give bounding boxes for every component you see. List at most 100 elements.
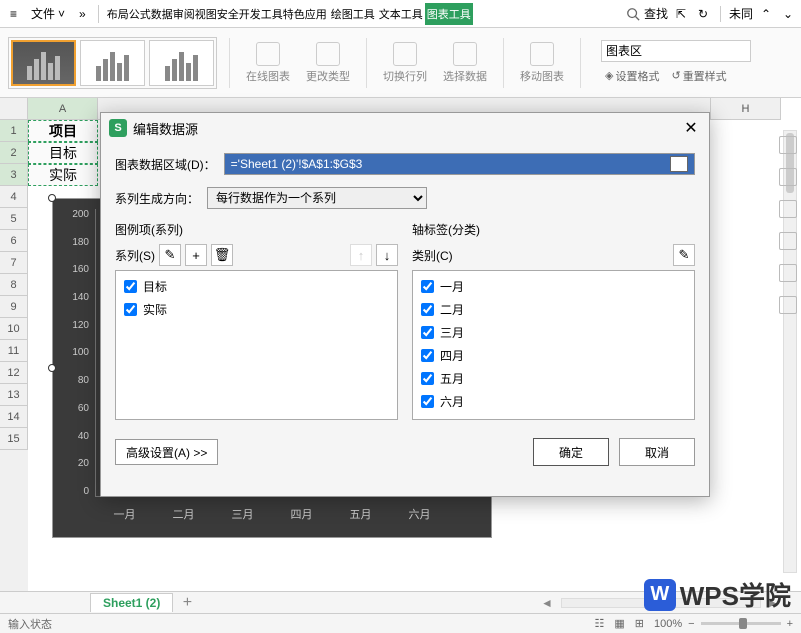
resize-handle[interactable] <box>48 194 56 202</box>
dialog-titlebar[interactable]: S 编辑数据源 ✕ <box>101 113 709 143</box>
row-header[interactable]: 8 <box>0 274 28 296</box>
row-header[interactable]: 5 <box>0 208 28 230</box>
refresh-icon[interactable]: ↻ <box>698 7 712 21</box>
search-area[interactable]: 查找 <box>626 5 668 22</box>
ok-button[interactable]: 确定 <box>533 438 609 466</box>
row-header[interactable]: 13 <box>0 384 28 406</box>
side-icon-6[interactable] <box>779 296 797 314</box>
checkbox[interactable] <box>421 326 434 339</box>
side-icon-2[interactable] <box>779 168 797 186</box>
direction-select[interactable]: 每行数据作为一个系列 <box>207 187 427 209</box>
chart-style-2[interactable] <box>80 40 145 86</box>
checkbox[interactable] <box>421 303 434 316</box>
zoom-value[interactable]: 100% <box>654 618 682 630</box>
sync-status[interactable]: 未同 <box>729 5 753 22</box>
checkbox[interactable] <box>124 280 137 293</box>
chart-element-select[interactable] <box>601 40 751 62</box>
move-down-button[interactable]: ↓ <box>376 244 398 266</box>
col-header-H[interactable]: H <box>711 98 781 120</box>
checkbox[interactable] <box>124 303 137 316</box>
row-header[interactable]: 14 <box>0 406 28 428</box>
cancel-button[interactable]: 取消 <box>619 438 695 466</box>
row-header[interactable]: 7 <box>0 252 28 274</box>
checkbox[interactable] <box>421 372 434 385</box>
zoom-out-button[interactable]: − <box>688 618 694 630</box>
list-item[interactable]: 六月 <box>417 390 690 413</box>
switch-rowcol-button[interactable]: 切换行列 <box>379 38 431 88</box>
list-item[interactable]: 一月 <box>417 275 690 298</box>
edit-category-button[interactable]: ✎ <box>673 244 695 266</box>
row-header[interactable]: 12 <box>0 362 28 384</box>
resize-handle[interactable] <box>48 364 56 372</box>
tabs-compact[interactable]: 布局公式数据审阅视图安全开发工具特色应用 <box>105 3 329 25</box>
series-label: 系列(S) <box>115 247 155 264</box>
move-up-button[interactable]: ↑ <box>350 244 372 266</box>
move-chart-button[interactable]: 移动图表 <box>516 38 568 88</box>
chart-style-3[interactable] <box>149 40 214 86</box>
change-type-icon <box>316 42 340 66</box>
edit-series-button[interactable]: ✎ <box>159 244 181 266</box>
row-header[interactable]: 10 <box>0 318 28 340</box>
reset-style-button[interactable]: ↺ 重置样式 <box>667 66 730 86</box>
change-type-button[interactable]: 更改类型 <box>302 38 354 88</box>
category-list[interactable]: 一月 二月 三月 四月 五月 六月 <box>412 270 695 420</box>
row-header[interactable]: 1 <box>0 120 28 142</box>
side-icon-5[interactable] <box>779 264 797 282</box>
side-icon-3[interactable] <box>779 200 797 218</box>
row-header[interactable]: 6 <box>0 230 28 252</box>
row-header[interactable]: 9 <box>0 296 28 318</box>
online-chart-button[interactable]: 在线图表 <box>242 38 294 88</box>
checkbox[interactable] <box>421 349 434 362</box>
down-icon[interactable]: ⌄ <box>783 7 797 21</box>
zoom-slider[interactable] <box>701 622 781 625</box>
view-icon-1[interactable]: ☷ <box>594 617 604 630</box>
row-header[interactable]: 2 <box>0 142 28 164</box>
row-header[interactable]: 3 <box>0 164 28 186</box>
hamburger-icon[interactable]: ≡ <box>4 4 23 24</box>
file-menu[interactable]: 文件 ˅ <box>25 2 71 25</box>
list-item[interactable]: 五月 <box>417 367 690 390</box>
list-item[interactable]: 二月 <box>417 298 690 321</box>
set-format-button[interactable]: ◈ 设置格式 <box>601 66 663 86</box>
list-item[interactable]: 目标 <box>120 275 393 298</box>
checkbox[interactable] <box>421 280 434 293</box>
add-series-button[interactable]: + <box>185 244 207 266</box>
delete-series-button[interactable]: 🗑 <box>211 244 233 266</box>
select-all-corner[interactable] <box>0 98 28 120</box>
cell-A3[interactable]: 实际 <box>28 164 98 186</box>
sheet-tab[interactable]: Sheet1 (2) <box>90 593 173 612</box>
chart-style-1[interactable] <box>11 40 76 86</box>
tab-draw-tools[interactable]: 绘图工具 <box>329 3 377 25</box>
cell-A1[interactable]: 项目 <box>28 120 98 142</box>
list-item[interactable]: 四月 <box>417 344 690 367</box>
tab-chart-tools[interactable]: 图表工具 <box>425 3 473 25</box>
zoom-knob[interactable] <box>739 618 747 629</box>
select-data-button[interactable]: 选择数据 <box>439 38 491 88</box>
range-picker-icon[interactable]: ▦ <box>670 156 688 172</box>
row-header[interactable]: 4 <box>0 186 28 208</box>
scroll-left-icon[interactable]: ◄ <box>541 596 555 610</box>
side-icon-4[interactable] <box>779 232 797 250</box>
wps-logo-icon: W <box>644 579 676 611</box>
list-item[interactable]: 实际 <box>120 298 393 321</box>
range-input[interactable]: ='Sheet1 (2)'!$A$1:$G$3 ▦ <box>224 153 695 175</box>
list-item[interactable]: 三月 <box>417 321 690 344</box>
row-header[interactable]: 11 <box>0 340 28 362</box>
zoom-in-button[interactable]: + <box>787 618 793 630</box>
tab-text-tools[interactable]: 文本工具 <box>377 3 425 25</box>
advanced-button[interactable]: 高级设置(A) >> <box>115 439 218 465</box>
view-icon-3[interactable]: ⊞ <box>635 617 644 630</box>
more-menu[interactable]: » <box>73 4 92 24</box>
side-icon-1[interactable] <box>779 136 797 154</box>
up-icon[interactable]: ⌃ <box>761 7 775 21</box>
view-icon-2[interactable]: ▦ <box>614 617 624 630</box>
cell-A2[interactable]: 目标 <box>28 142 98 164</box>
close-button[interactable]: ✕ <box>681 118 701 138</box>
add-sheet-button[interactable]: + <box>177 594 197 612</box>
row-header[interactable]: 15 <box>0 428 28 450</box>
edit-data-source-dialog: S 编辑数据源 ✕ 图表数据区域(D)： ='Sheet1 (2)'!$A$1:… <box>100 112 710 497</box>
share-icon[interactable]: ⇱ <box>676 7 690 21</box>
series-list[interactable]: 目标 实际 <box>115 270 398 420</box>
checkbox[interactable] <box>421 395 434 408</box>
col-header-A[interactable]: A <box>28 98 98 120</box>
